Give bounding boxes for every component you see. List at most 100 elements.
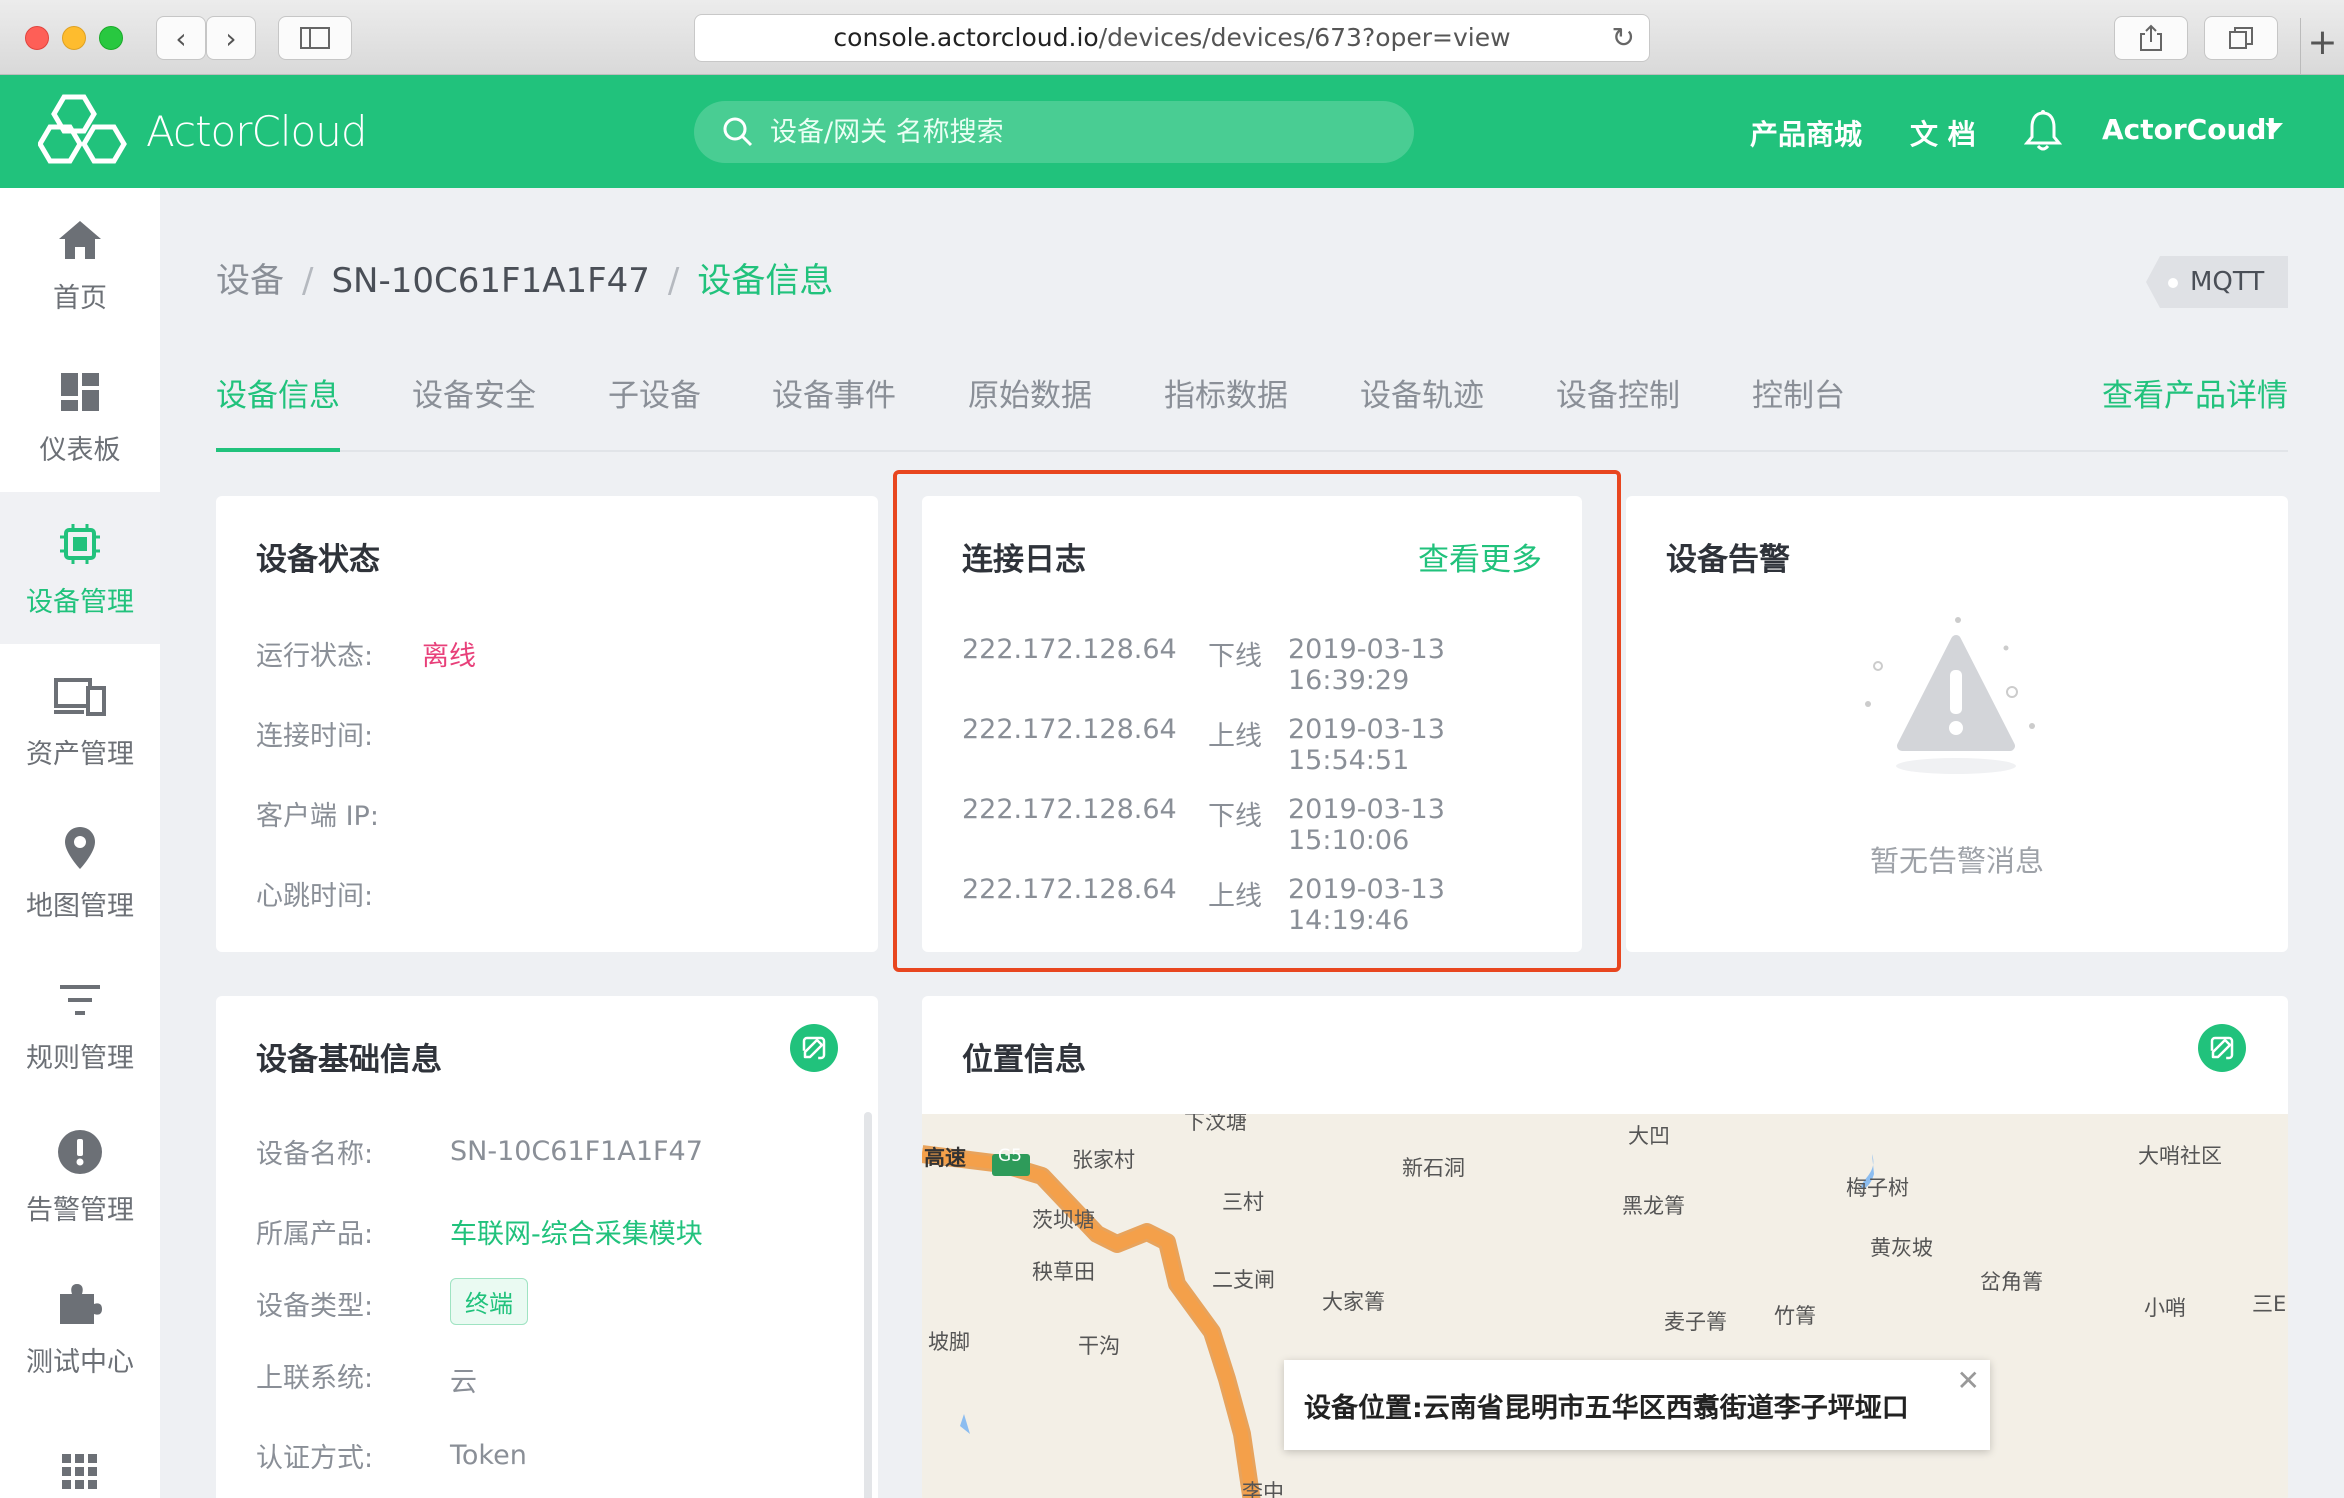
close-icon[interactable]: ✕ (1957, 1364, 1980, 1397)
status-label: 运行状态: (256, 641, 374, 672)
search-box[interactable] (694, 101, 1414, 163)
map-label: G5 (998, 1146, 1022, 1166)
device-type-tag: 终端 (450, 1278, 528, 1325)
back-button[interactable]: ‹ (156, 16, 206, 60)
highlight-box (893, 470, 1621, 972)
sidebar-item-home[interactable]: 首页 (0, 188, 160, 340)
view-product-details-link[interactable]: 查看产品详情 (2102, 370, 2288, 422)
product-store-link[interactable]: 产品商城 (1750, 113, 1862, 153)
map-label: 竹箐 (1774, 1304, 1816, 1328)
map-label: 黑龙箐 (1622, 1194, 1685, 1218)
dashboard-icon (61, 372, 99, 411)
tab-metric-data[interactable]: 指标数据 (1164, 370, 1288, 452)
sidebar-item-device-management[interactable]: 设备管理 (0, 492, 160, 644)
sidebar-item-asset-management[interactable]: 资产管理 (0, 644, 160, 796)
product-label: 所属产品: (256, 1219, 374, 1250)
card-title: 设备基础信息 (256, 1042, 442, 1078)
device-name-label: 设备名称: (256, 1139, 374, 1170)
breadcrumb-devices[interactable]: 设备 (216, 261, 284, 301)
minimize-window-button[interactable] (62, 26, 86, 50)
badge-dot (2168, 278, 2178, 288)
sidebar-item-label: 仪表板 (39, 434, 121, 466)
tab-device-security[interactable]: 设备安全 (412, 370, 536, 452)
auth-label: 认证方式: (256, 1443, 374, 1474)
map-label: 黄灰坡 (1870, 1236, 1933, 1260)
edit-basic-info-button[interactable] (790, 1024, 838, 1072)
filter-icon (60, 984, 100, 1015)
product-link[interactable]: 车联网-综合采集模块 (450, 1212, 703, 1251)
new-tab-button[interactable]: + (2300, 18, 2344, 74)
share-icon (2140, 24, 2162, 51)
user-menu[interactable]: ActorCoudl (2102, 113, 2276, 146)
docs-link[interactable]: 文 档 (1910, 113, 1976, 153)
logo-text: ActorCloud (146, 106, 367, 156)
map-label: 秧草田 (1032, 1260, 1095, 1284)
tabs-overview-button[interactable] (2204, 16, 2278, 60)
close-window-button[interactable] (25, 26, 49, 50)
address-bar[interactable]: console.actorcloud.io/devices/devices/67… (694, 14, 1650, 62)
url-host: console.actorcloud.io (833, 23, 1099, 52)
tab-sub-devices[interactable]: 子设备 (608, 370, 701, 452)
tab-device-control[interactable]: 设备控制 (1556, 370, 1680, 452)
share-button[interactable] (2114, 16, 2188, 60)
breadcrumb-device[interactable]: SN-10C61F1A1F47 (331, 261, 649, 301)
notification-button[interactable] (2023, 109, 2063, 157)
url-path: /devices/devices/673?oper=view (1098, 23, 1511, 52)
sidebar-item-map-management[interactable]: 地图管理 (0, 796, 160, 948)
tab-console[interactable]: 控制台 (1752, 370, 1845, 452)
browser-chrome: ‹ › console.actorcloud.io/devices/device… (0, 0, 2344, 75)
logo[interactable]: ActorCloud (38, 93, 367, 169)
map-label: 新石洞 (1402, 1156, 1465, 1180)
map-label: 岔角箐 (1980, 1270, 2043, 1294)
sidebar-toggle-button[interactable] (278, 16, 352, 60)
reload-icon[interactable]: ↻ (1612, 15, 1635, 61)
heartbeat-label: 心跳时间: (256, 881, 374, 912)
map-label: 张家村 (1072, 1148, 1135, 1172)
puzzle-icon (60, 1283, 102, 1324)
sidebar-item-dashboard[interactable]: 仪表板 (0, 340, 160, 492)
device-type-value: 终端 (450, 1278, 528, 1325)
device-alert-card: 设备告警 暂无告警消息 (1626, 496, 2288, 952)
location-map[interactable]: 下汶塘 大凹 大哨社区 高速 G5 张家村 新石洞 梅子树 三村 黑龙箐 茨坝塘… (922, 1114, 2288, 1498)
tab-bar: 设备信息 设备安全 子设备 设备事件 原始数据 指标数据 设备轨迹 设备控制 控… (216, 370, 2288, 452)
logo-icon (38, 94, 127, 164)
edit-location-button[interactable] (2198, 1024, 2246, 1072)
edit-icon (2210, 1036, 2234, 1060)
sidebar-item-more[interactable] (0, 1404, 160, 1498)
map-label: 三E (2252, 1292, 2287, 1316)
sidebar-item-label: 资产管理 (26, 738, 134, 770)
map-label: 茨坝塘 (1032, 1208, 1095, 1232)
chevron-left-icon: ‹ (175, 21, 187, 55)
breadcrumb-separator: / (667, 261, 680, 301)
sidebar-item-test-center[interactable]: 测试中心 (0, 1252, 160, 1404)
search-input[interactable] (770, 116, 1330, 148)
sidebar-item-alert-management[interactable]: 告警管理 (0, 1100, 160, 1252)
tab-raw-data[interactable]: 原始数据 (968, 370, 1092, 452)
uplink-value: 云 (450, 1367, 477, 1398)
tab-device-track[interactable]: 设备轨迹 (1360, 370, 1484, 452)
tab-device-events[interactable]: 设备事件 (772, 370, 896, 452)
maximize-window-button[interactable] (99, 26, 123, 50)
card-title: 设备状态 (256, 542, 380, 578)
device-status-card: 设备状态 运行状态: 离线 连接时间: 客户端 IP: 心跳时间: (216, 496, 878, 952)
tab-device-info[interactable]: 设备信息 (216, 370, 340, 452)
caret-down-icon[interactable] (2265, 123, 2283, 133)
map-label: 大凹 (1628, 1124, 1670, 1148)
map-label: 干沟 (1078, 1334, 1120, 1358)
sidebar-item-label: 测试中心 (26, 1346, 134, 1378)
chip-icon (60, 523, 100, 564)
map-pin-icon (65, 826, 95, 869)
forward-button[interactable]: › (206, 16, 256, 60)
sidebar-item-label: 地图管理 (26, 890, 134, 922)
map-label: 三村 (1222, 1190, 1264, 1214)
scrollbar[interactable] (864, 1112, 872, 1498)
sidebar-item-label: 告警管理 (26, 1194, 134, 1226)
sidebar-item-rule-management[interactable]: 规则管理 (0, 948, 160, 1100)
map-label: 高速 (924, 1146, 966, 1170)
sidebar: 首页 仪表板 设备管理 资产管理 地图管理 规则管理 告警管理 测试中心 (0, 188, 160, 1498)
map-label: 大哨社区 (2138, 1144, 2222, 1168)
popup-label: 设备位置: (1304, 1393, 1423, 1424)
map-label: 麦子箐 (1664, 1310, 1727, 1334)
sidebar-item-label: 规则管理 (26, 1042, 134, 1074)
edit-icon (802, 1036, 826, 1060)
